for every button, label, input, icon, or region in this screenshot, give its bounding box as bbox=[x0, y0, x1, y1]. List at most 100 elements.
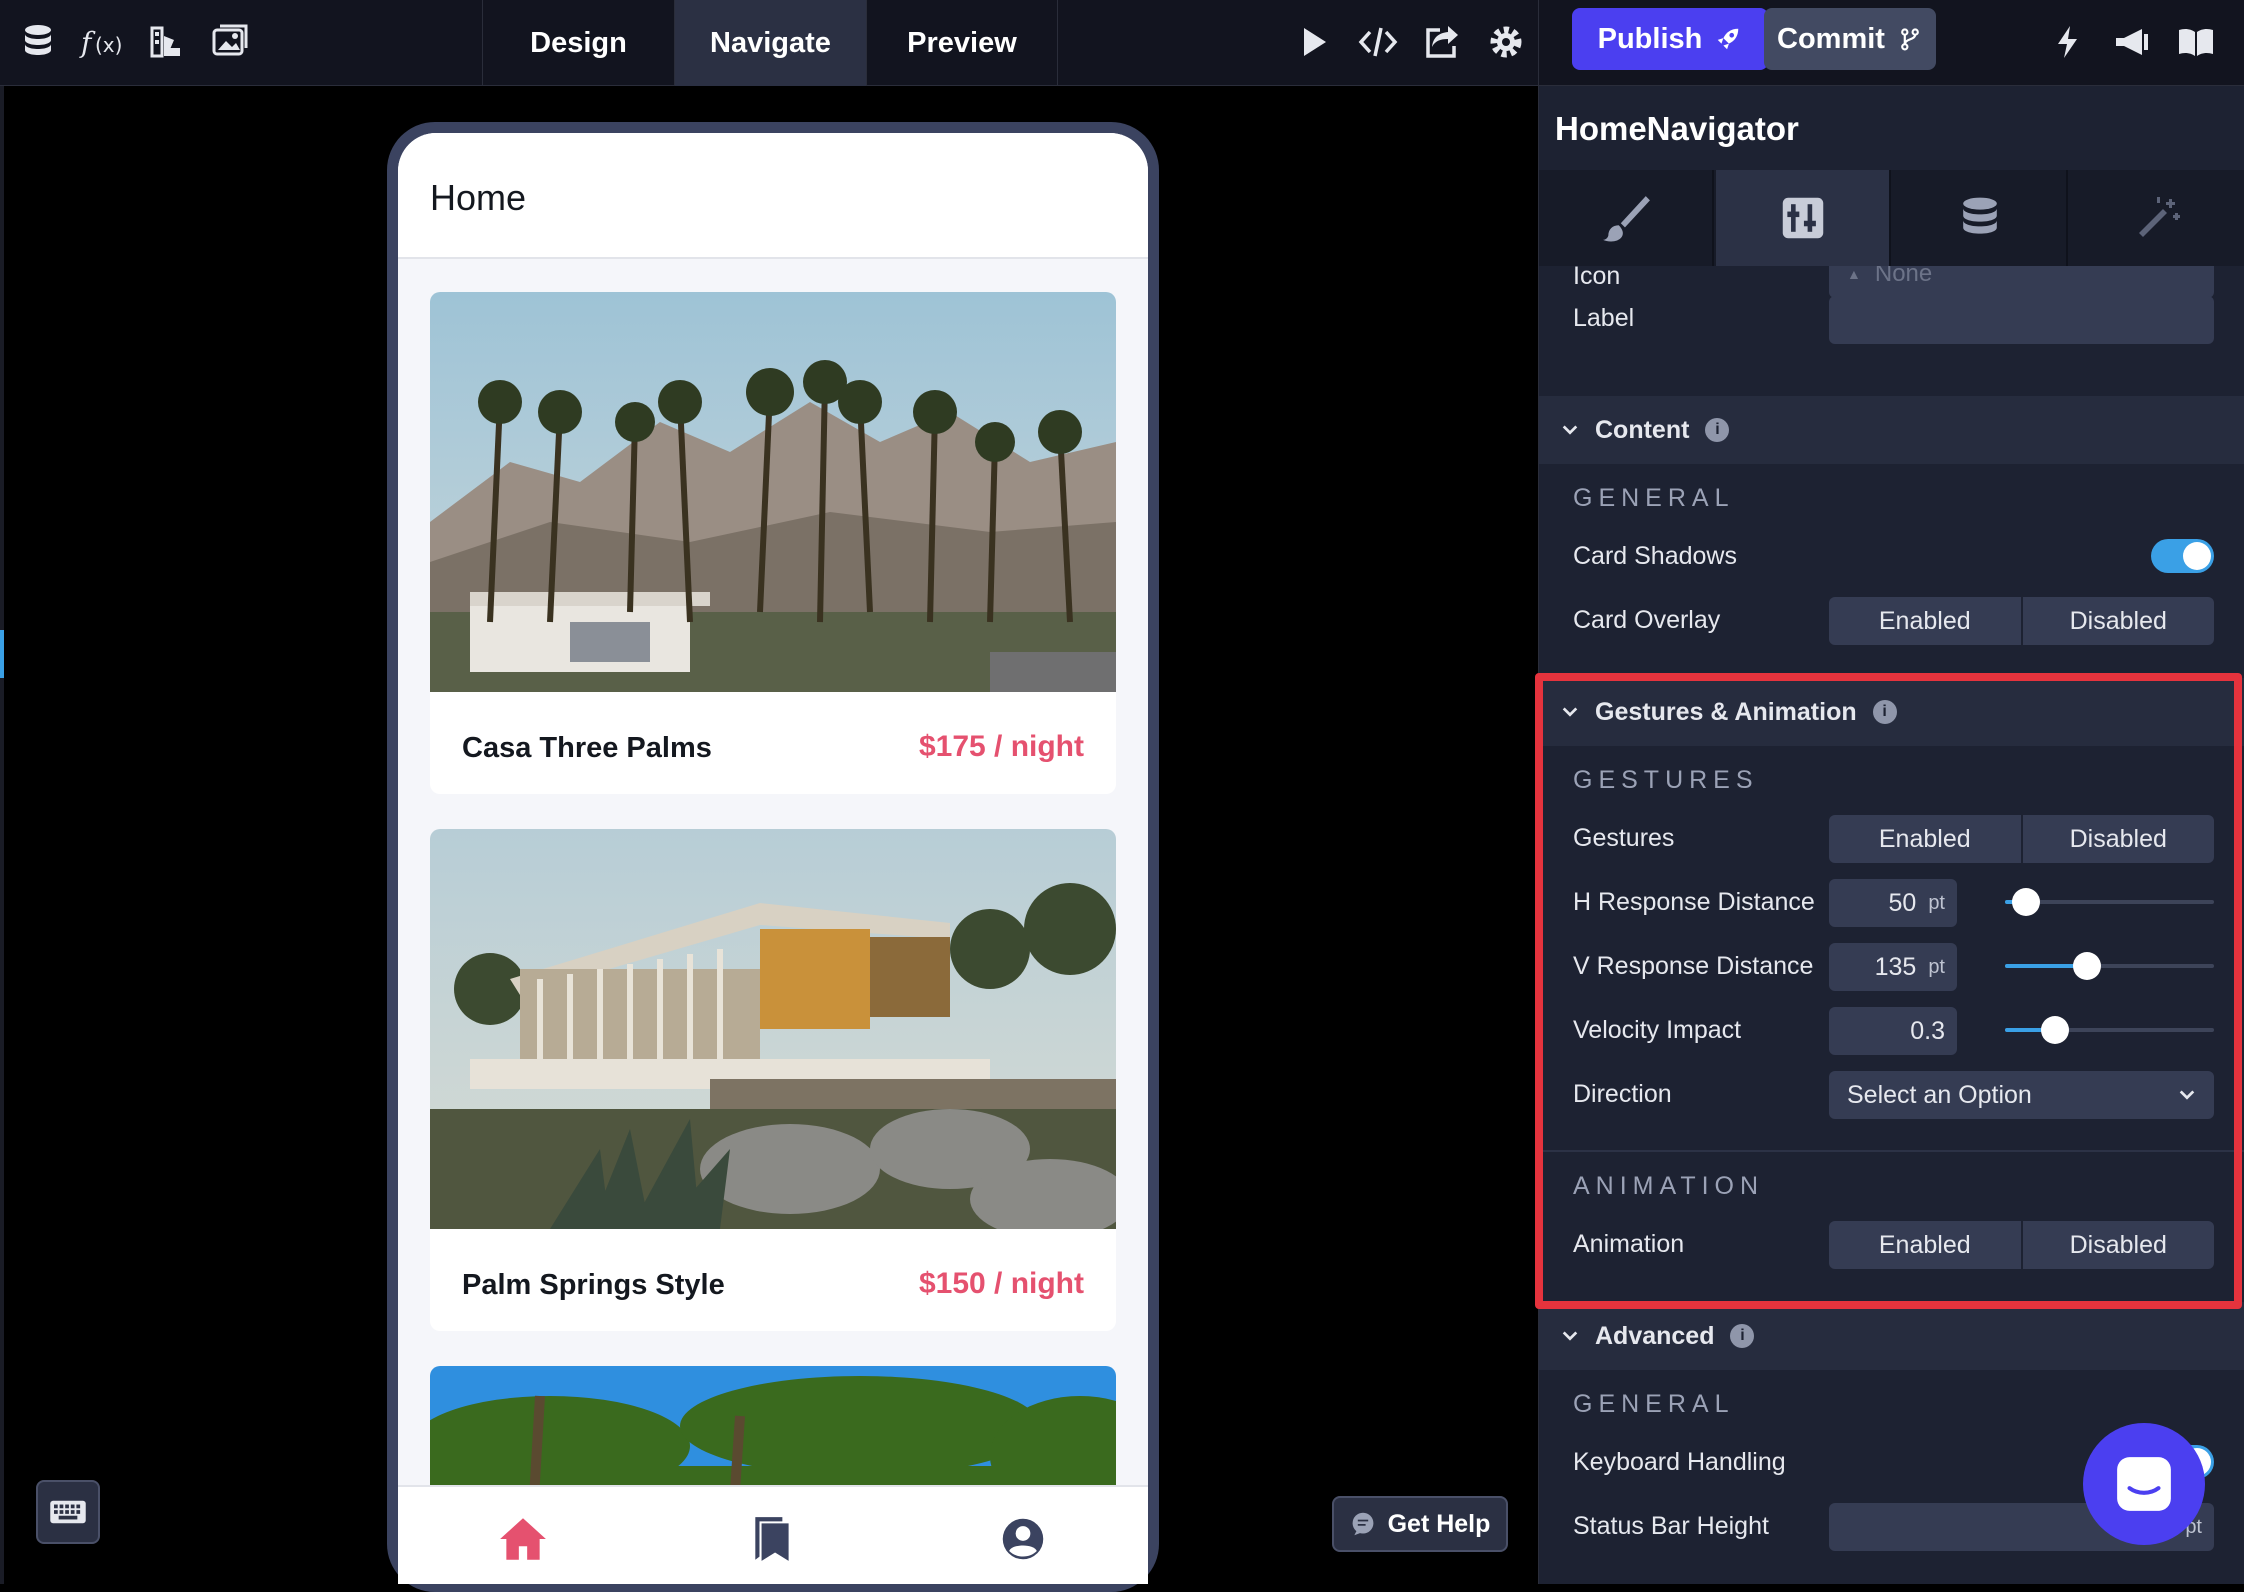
function-icon[interactable]: f (x) bbox=[76, 18, 132, 66]
tab-properties[interactable] bbox=[1716, 170, 1891, 266]
commit-button[interactable]: Commit bbox=[1764, 8, 1936, 70]
listing-price: $175 / night bbox=[918, 730, 1084, 763]
publish-label: Publish bbox=[1597, 22, 1703, 55]
messenger-icon bbox=[2117, 1457, 2171, 1511]
gestures-segmented: Enabled Disabled bbox=[1829, 815, 2214, 863]
slider-knob[interactable] bbox=[2011, 888, 2040, 916]
properties-panel: HomeNavigator Icon ▲ None Label Content … bbox=[1538, 86, 2244, 1584]
h-response-input[interactable]: 50 pt bbox=[1829, 879, 1957, 927]
icon-picker[interactable]: ▲ None bbox=[1829, 266, 2214, 298]
svg-text:(x): (x) bbox=[95, 33, 122, 57]
animation-disabled[interactable]: Disabled bbox=[2022, 1221, 2214, 1269]
v-response-unit: pt bbox=[1928, 955, 1945, 978]
v-response-input[interactable]: 135 pt bbox=[1829, 943, 1957, 991]
chevron-down-icon bbox=[2179, 1090, 2195, 1100]
tab-data[interactable] bbox=[1893, 170, 2068, 266]
tab-design[interactable]: Design bbox=[482, 0, 674, 86]
settings-icon[interactable] bbox=[1482, 18, 1530, 66]
advanced-group-label: GENERAL bbox=[1573, 1390, 1735, 1418]
card-shadows-label: Card Shadows bbox=[1573, 542, 1737, 570]
triangle-icon: ▲ bbox=[1847, 266, 1861, 282]
database-icon bbox=[1962, 197, 1997, 234]
listing-card[interactable]: Palm Springs Style $150 / night bbox=[430, 829, 1116, 1331]
branch-icon bbox=[1901, 28, 1919, 51]
listing-name: Palm Springs Style bbox=[462, 1269, 725, 1301]
gestures-section-header[interactable]: Gestures & Animation i bbox=[1539, 678, 2244, 746]
chevron-down-icon bbox=[1562, 1331, 1578, 1341]
icon-value: None bbox=[1874, 266, 1933, 287]
bookmarks-icon[interactable] bbox=[743, 1509, 803, 1569]
card-overlay-enabled[interactable]: Enabled bbox=[1829, 597, 2021, 645]
h-response-slider[interactable] bbox=[2005, 882, 2214, 922]
listing-photo bbox=[430, 829, 1116, 1229]
database-icon[interactable] bbox=[14, 18, 62, 66]
get-help-label: Get Help bbox=[1387, 1509, 1491, 1538]
play-icon[interactable] bbox=[1290, 18, 1338, 66]
listing-card[interactable]: Casa Three Palms $175 / night bbox=[430, 292, 1116, 794]
card-shadows-toggle[interactable] bbox=[2151, 539, 2214, 573]
profile-icon[interactable] bbox=[993, 1509, 1053, 1569]
icon-label: Icon bbox=[1573, 266, 1621, 290]
app-title: Home bbox=[430, 177, 527, 218]
bolt-icon[interactable] bbox=[2044, 18, 2092, 66]
announcement-icon[interactable] bbox=[2108, 18, 2156, 66]
get-help-button[interactable]: Get Help bbox=[1332, 1496, 1508, 1552]
content-group-label: GENERAL bbox=[1573, 484, 1735, 512]
slider-knob[interactable] bbox=[2072, 952, 2101, 980]
panel-title: HomeNavigator bbox=[1555, 110, 1799, 147]
home-icon[interactable] bbox=[493, 1509, 553, 1569]
chat-icon bbox=[1352, 1512, 1373, 1536]
animation-label: Animation bbox=[1573, 1230, 1685, 1258]
panel-tabs bbox=[1539, 170, 2244, 266]
svg-text:f: f bbox=[79, 26, 96, 59]
h-response-unit: pt bbox=[1928, 891, 1945, 914]
gestures-enabled[interactable]: Enabled bbox=[1829, 815, 2021, 863]
theme-icon[interactable] bbox=[142, 18, 190, 66]
info-icon[interactable]: i bbox=[1872, 700, 1897, 724]
label-input[interactable] bbox=[1829, 296, 2214, 344]
animation-group-label: ANIMATION bbox=[1573, 1172, 1765, 1200]
info-icon[interactable]: i bbox=[1705, 418, 1730, 442]
publish-button[interactable]: Publish bbox=[1572, 8, 1768, 70]
content-section-header[interactable]: Content i bbox=[1539, 396, 2244, 464]
chat-launcher-button[interactable] bbox=[2083, 1423, 2205, 1545]
slider-knob[interactable] bbox=[2041, 1016, 2070, 1044]
advanced-section-title: Advanced bbox=[1595, 1321, 1715, 1350]
keyboard-shortcuts-button[interactable] bbox=[36, 1480, 100, 1544]
gestures-label: Gestures bbox=[1573, 824, 1675, 852]
tab-style[interactable] bbox=[1539, 170, 1714, 266]
animation-enabled[interactable]: Enabled bbox=[1829, 1221, 2021, 1269]
paintbrush-icon bbox=[1602, 196, 1650, 242]
v-response-slider[interactable] bbox=[2005, 946, 2214, 986]
content-section-title: Content bbox=[1595, 415, 1690, 444]
gestures-section-title: Gestures & Animation bbox=[1595, 697, 1857, 726]
info-icon[interactable]: i bbox=[1730, 1324, 1755, 1348]
docs-icon[interactable] bbox=[2172, 18, 2220, 66]
share-icon[interactable] bbox=[1418, 18, 1466, 66]
listing-photo bbox=[430, 292, 1116, 692]
velocity-input[interactable]: 0.3 bbox=[1829, 1007, 1957, 1055]
canvas-scroll-marker[interactable] bbox=[0, 630, 4, 678]
code-icon[interactable] bbox=[1354, 18, 1402, 66]
label-label: Label bbox=[1573, 304, 1635, 332]
h-response-value: 50 bbox=[1888, 888, 1917, 917]
direction-select[interactable]: Select an Option bbox=[1829, 1071, 2214, 1119]
toggle-knob bbox=[2183, 542, 2211, 570]
advanced-section-header[interactable]: Advanced i bbox=[1539, 1302, 2244, 1370]
app-header: Home bbox=[398, 133, 1148, 259]
media-icon[interactable] bbox=[206, 18, 254, 66]
card-overlay-disabled[interactable]: Disabled bbox=[2022, 597, 2214, 645]
keyboard-handling-label: Keyboard Handling bbox=[1573, 1448, 1786, 1476]
tab-preview[interactable]: Preview bbox=[866, 0, 1058, 86]
scrolled-fields: Icon ▲ None Label bbox=[1539, 266, 2244, 386]
chevron-down-icon bbox=[1562, 707, 1578, 717]
canvas-left-edge bbox=[0, 86, 4, 1584]
properties-icon bbox=[1782, 197, 1823, 239]
tab-magic[interactable] bbox=[2070, 170, 2244, 266]
listing-price: $150 / night bbox=[918, 1267, 1084, 1300]
velocity-slider[interactable] bbox=[2005, 1010, 2214, 1050]
gestures-disabled[interactable]: Disabled bbox=[2022, 815, 2214, 863]
card-overlay-segmented: Enabled Disabled bbox=[1829, 597, 2214, 645]
device-screen[interactable]: Home Casa Three Palms $175 / night Palm … bbox=[398, 133, 1148, 1584]
tab-navigate[interactable]: Navigate bbox=[674, 0, 866, 86]
